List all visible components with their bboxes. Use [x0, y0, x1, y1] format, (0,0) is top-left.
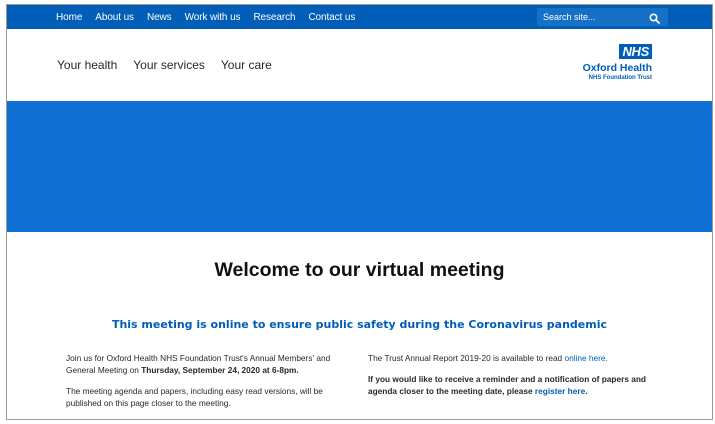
main-nav-your-health[interactable]: Your health — [57, 58, 117, 72]
register-period: . — [585, 386, 588, 396]
meeting-info-paragraph: Join us for Oxford Health NHS Foundation… — [66, 352, 356, 376]
register-paragraph: If you would like to receive a reminder … — [368, 373, 668, 397]
main-nav-your-services[interactable]: Your services — [133, 58, 205, 72]
browser-page: Home About us News Work with us Research… — [6, 4, 713, 420]
main-nav-your-care[interactable]: Your care — [221, 58, 272, 72]
register-link[interactable]: register here — [535, 386, 585, 396]
top-nav-work-with-us[interactable]: Work with us — [185, 12, 241, 23]
top-nav-news[interactable]: News — [147, 12, 172, 23]
top-nav-contact-us[interactable]: Contact us — [308, 12, 355, 23]
annual-report-paragraph: The Trust Annual Report 2019-20 is avail… — [368, 352, 668, 364]
left-column: Join us for Oxford Health NHS Foundation… — [66, 352, 356, 418]
oxford-health-logo[interactable]: NHS Oxford Health NHS Foundation Trust — [583, 43, 652, 82]
main-nav: Your health Your services Your care — [57, 58, 288, 72]
logo-name: Oxford Health — [582, 62, 652, 74]
logo-subtitle: NHS Foundation Trust — [588, 75, 652, 81]
annual-report-link[interactable]: online here. — [564, 353, 607, 363]
nhs-badge: NHS — [619, 44, 652, 59]
hero-banner — [7, 101, 712, 232]
top-nav-research[interactable]: Research — [253, 12, 295, 23]
search-input[interactable] — [537, 11, 645, 23]
agenda-paragraph: The meeting agenda and papers, including… — [66, 386, 323, 408]
right-column: The Trust Annual Report 2019-20 is avail… — [368, 352, 668, 406]
site-header: Your health Your services Your care NHS … — [7, 29, 712, 101]
page-title: Welcome to our virtual meeting — [214, 259, 505, 281]
page-subheading: This meeting is online to ensure public … — [111, 318, 608, 331]
top-bar: Home About us News Work with us Research… — [7, 5, 712, 29]
main-content: Welcome to our virtual meeting This meet… — [7, 232, 712, 419]
register-text: If you would like to receive a reminder … — [368, 374, 647, 396]
search-icon[interactable] — [649, 11, 660, 24]
meeting-date: Thursday, September 24, 2020 at 6-8pm. — [141, 365, 299, 375]
search-box — [537, 8, 668, 26]
top-nav-about-us[interactable]: About us — [95, 12, 134, 23]
top-nav-home[interactable]: Home — [56, 12, 82, 23]
annual-report-text: The Trust Annual Report 2019-20 is avail… — [368, 353, 565, 363]
top-nav: Home About us News Work with us Research… — [56, 5, 368, 29]
